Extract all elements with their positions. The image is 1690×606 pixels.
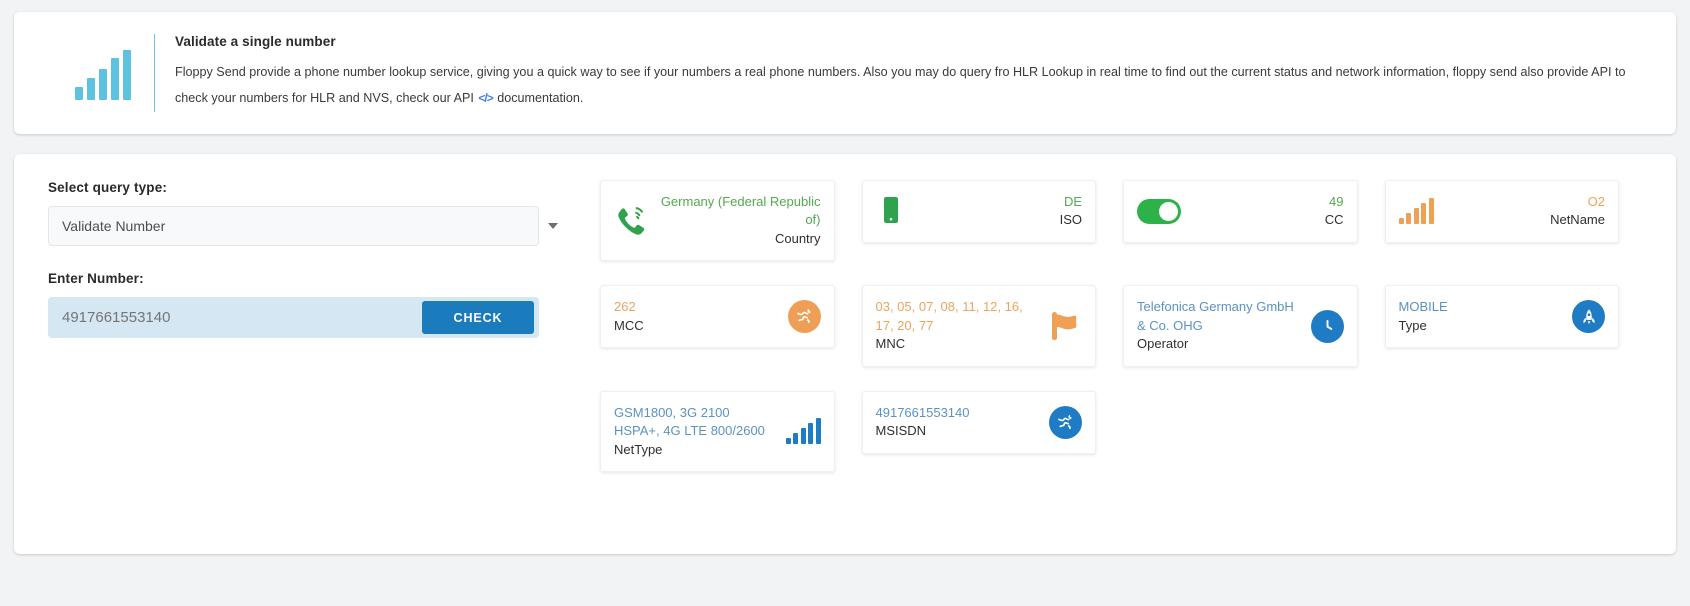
result-value-type: MOBILE [1398, 299, 1448, 315]
result-card-nettype: GSM1800, 3G 2100 HSPA+, 4G LTE 800/2600 … [600, 390, 835, 473]
vertical-divider [154, 34, 155, 112]
result-card-mcc: 262 MCC [600, 285, 835, 349]
result-value-msisdn: 4917661553140 [875, 404, 970, 420]
result-card-mnc: 03, 05, 07, 08, 11, 12, 16, 17, 20, 77 M… [861, 285, 1096, 367]
info-text-block: Validate a single number Floppy Send pro… [175, 34, 1654, 112]
result-card-type: MOBILE Type [1384, 285, 1619, 349]
query-type-select-wrapper: Validate Number [48, 206, 574, 246]
result-key-cc: CC [1324, 212, 1344, 228]
phone-waves-icon [614, 205, 648, 237]
result-value-netname: O2 [1587, 194, 1605, 209]
lookup-panel: Select query type: Validate Number Enter… [14, 154, 1676, 554]
result-text-iso: DE ISO [1060, 193, 1082, 230]
result-key-msisdn: MSISDN [875, 423, 927, 439]
code-icon[interactable]: </> [477, 91, 493, 105]
result-card-iso: DE ISO [861, 180, 1096, 243]
result-value-operator: Telefonica Germany GmbH & Co. OHG [1137, 299, 1294, 333]
page-root: Validate a single number Floppy Send pro… [0, 0, 1690, 606]
result-key-mnc: MNC [875, 336, 906, 352]
info-title: Validate a single number [175, 34, 336, 50]
result-card-cc: 49 CC [1123, 180, 1358, 243]
globe-icon [787, 300, 821, 334]
result-text-netname: O2 NetName [1550, 193, 1605, 230]
result-text-type: MOBILE Type [1399, 298, 1563, 335]
result-key-operator: Operator [1137, 336, 1189, 352]
globe-icon [1049, 405, 1082, 439]
result-card-country: Germany (Federal Republic of) Country [600, 180, 835, 262]
clock-icon [1310, 309, 1344, 343]
result-card-operator: Telefonica Germany GmbH & Co. OHG Operat… [1123, 285, 1358, 367]
info-panel: Validate a single number Floppy Send pro… [14, 12, 1676, 134]
result-card-netname: O2 NetName [1384, 180, 1619, 243]
enter-number-label: Enter Number: [48, 271, 144, 286]
result-card-msisdn: 4917661553140 MSISDN [861, 390, 1096, 454]
result-value-mcc: 262 [614, 299, 636, 315]
result-text-cc: 49 CC [1325, 193, 1344, 230]
result-value-cc: 49 [1329, 194, 1344, 209]
result-text-mnc: 03, 05, 07, 08, 11, 12, 16, 17, 20, 77 M… [876, 298, 1037, 353]
number-input-row: CHECK [48, 297, 539, 338]
toggle-on-icon[interactable] [1137, 198, 1181, 224]
result-value-nettype: GSM1800, 3G 2100 HSPA+, 4G LTE 800/2600 [614, 404, 765, 439]
result-key-type: Type [1398, 317, 1427, 333]
result-key-iso: ISO [1059, 212, 1082, 228]
chevron-down-icon [548, 223, 558, 229]
info-description-part1: Floppy Send provide a phone number looku… [175, 65, 1626, 105]
bar-chart-icon [74, 46, 132, 100]
result-key-country: Country [774, 230, 821, 246]
result-value-iso: DE [1063, 194, 1082, 209]
result-text-country: Germany (Federal Republic of) Country [658, 193, 821, 248]
result-value-mnc: 03, 05, 07, 08, 11, 12, 16, 17, 20, 77 [875, 299, 1023, 333]
check-button[interactable]: CHECK [422, 301, 534, 334]
result-key-mcc: MCC [614, 317, 644, 333]
mobile-phone-icon [876, 195, 906, 227]
result-text-mcc: 262 MCC [614, 298, 778, 335]
number-input[interactable] [48, 297, 422, 338]
result-key-nettype: NetType [614, 441, 663, 457]
result-text-msisdn: 4917661553140 MSISDN [876, 404, 1040, 441]
signal-bars-icon [1398, 198, 1434, 225]
lookup-form: Select query type: Validate Number Enter… [44, 180, 574, 338]
query-type-select[interactable]: Validate Number [48, 206, 539, 246]
result-value-country: Germany (Federal Republic of) [660, 194, 821, 228]
info-description: Floppy Send provide a phone number looku… [175, 60, 1634, 112]
flag-icon [1046, 310, 1082, 342]
results-grid: Germany (Federal Republic of) Country DE… [574, 180, 1646, 496]
result-text-operator: Telefonica Germany GmbH & Co. OHG Operat… [1137, 298, 1301, 353]
result-text-nettype: GSM1800, 3G 2100 HSPA+, 4G LTE 800/2600 … [614, 404, 776, 459]
query-type-label: Select query type: [48, 180, 167, 195]
signal-bars-icon [785, 418, 821, 445]
info-description-part2: documentation. [497, 91, 584, 105]
result-key-netname: NetName [1550, 212, 1605, 228]
rocket-icon [1572, 300, 1605, 334]
